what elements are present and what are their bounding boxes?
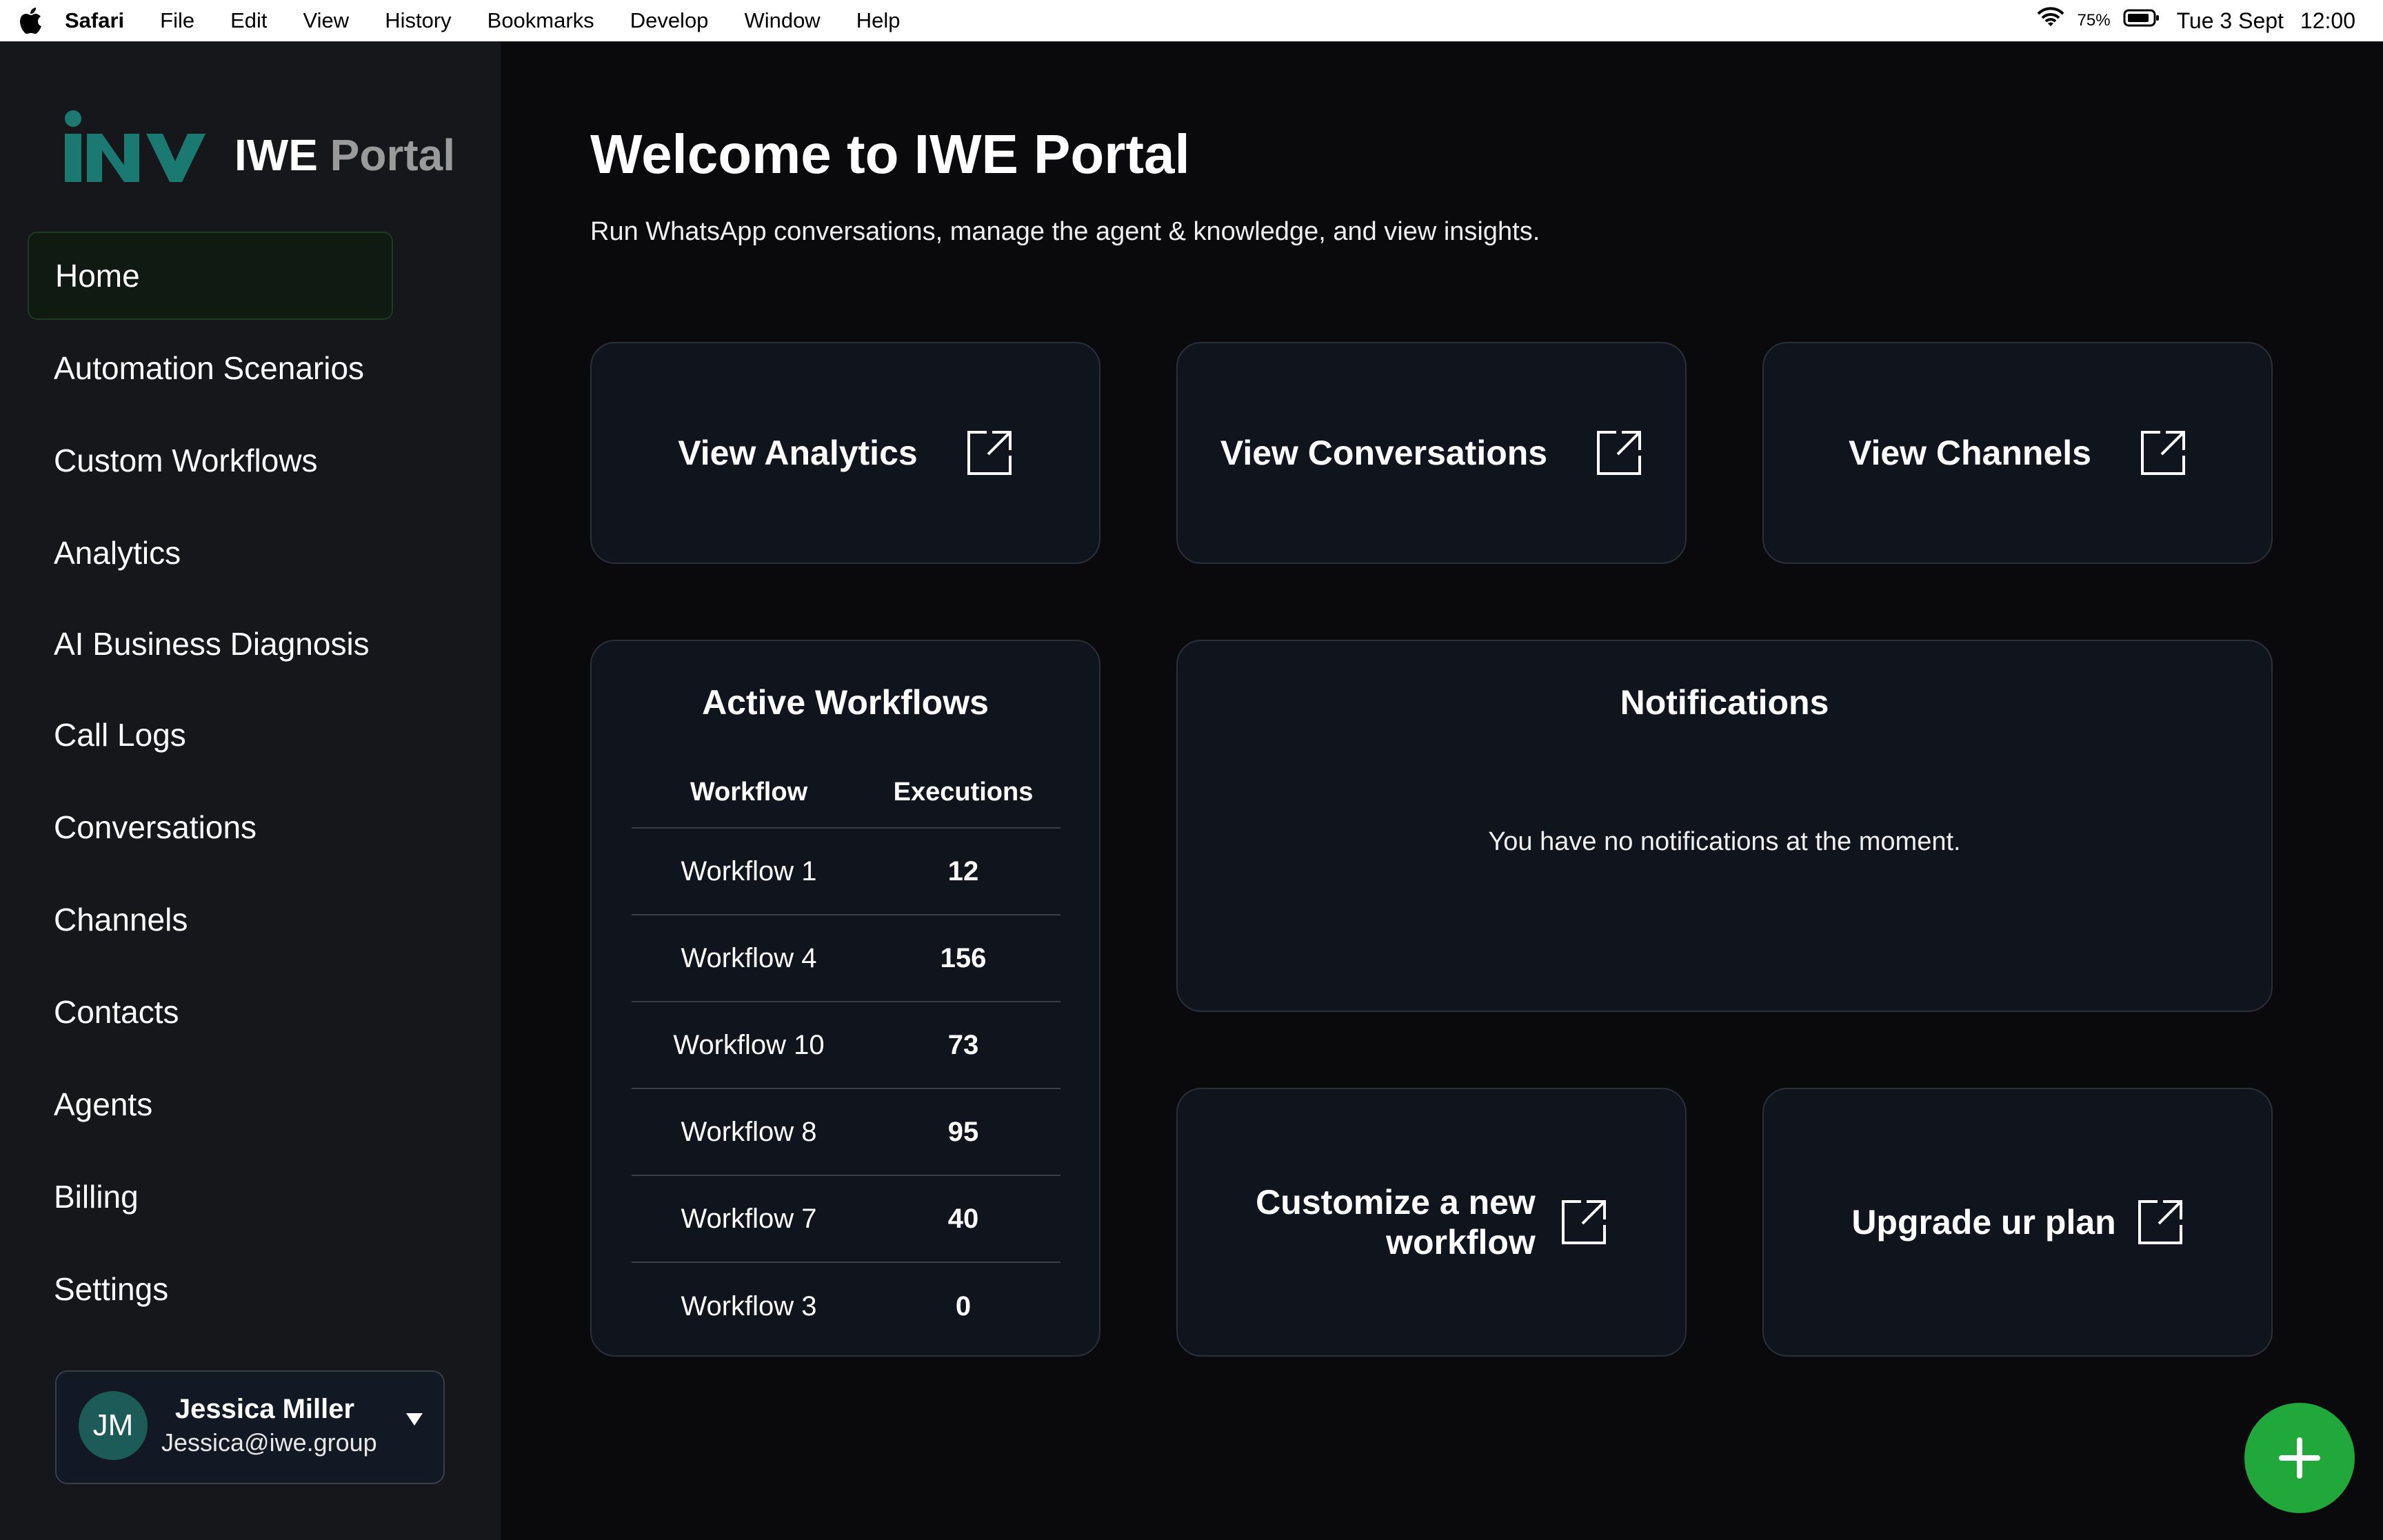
workflow-executions: 40 [947,1203,979,1234]
workflow-name: Workflow 1 [681,855,817,886]
sidebar-item-label: Settings [54,1271,169,1307]
workflow-name: Workflow 7 [681,1203,817,1234]
sidebar-item-label: Agents [54,1086,153,1122]
menu-develop[interactable]: Develop [630,8,709,33]
view-channels-label: View Channels [1849,434,2091,472]
external-link-icon [2138,1200,2182,1244]
workflow-executions: 12 [947,855,979,886]
notifications-empty-message: You have no notifications at the moment. [1488,827,1961,856]
workflow-executions: 156 [940,942,987,973]
menu-edit[interactable]: Edit [230,8,267,33]
sidebar-item-agents[interactable]: Agents [28,1060,393,1148]
sidebar-item-settings[interactable]: Settings [28,1245,393,1333]
customize-workflow-label-line2: workflow [1386,1223,1536,1262]
workflow-name: Workflow 10 [673,1029,825,1060]
menubar-date[interactable]: Tue 3 Sept [2177,8,2284,34]
active-workflows-card: Active Workflows Workflow Executions Wor… [590,640,1100,1357]
customize-workflow-card[interactable]: Customize a new workflow [1176,1088,1687,1357]
workflow-name: Workflow 3 [681,1290,817,1321]
user-name: Jessica Miller [174,1394,355,1424]
brand-name-main: IWE [234,130,318,180]
view-channels-card[interactable]: View Channels [1762,342,2273,564]
sidebar-item-custom-workflows[interactable]: Custom Workflows [28,416,393,505]
page-subtitle: Run WhatsApp conversations, manage the a… [590,217,1540,246]
column-header-workflow: Workflow [690,777,808,807]
table-row[interactable]: Workflow 8 95 [632,1089,1060,1176]
plus-icon [2279,1437,2320,1479]
add-button[interactable] [2244,1403,2355,1513]
sidebar-item-label: Custom Workflows [54,443,318,478]
sidebar-item-label: Contacts [54,994,179,1030]
sidebar-item-label: Billing [54,1179,139,1215]
sidebar-item-conversations[interactable]: Conversations [28,783,393,871]
workflow-name: Workflow 8 [681,1116,817,1147]
menu-bookmarks[interactable]: Bookmarks [487,8,594,33]
iwe-logo-icon [65,110,205,182]
wifi-icon[interactable] [2036,7,2065,34]
sidebar-item-label: Channels [54,902,188,938]
sidebar-item-label: AI Business Diagnosis [54,626,370,662]
sidebar-item-billing[interactable]: Billing [28,1153,393,1241]
menu-view[interactable]: View [303,8,350,33]
workflow-executions: 95 [947,1116,979,1147]
sidebar-item-home[interactable]: Home [28,232,393,320]
caret-down-icon[interactable] [406,1413,423,1426]
customize-workflow-label: Customize a new workflow [1256,1182,1536,1262]
table-row[interactable]: Workflow 4 156 [632,915,1060,1002]
sidebar-item-analytics[interactable]: Analytics [28,509,393,597]
menu-help[interactable]: Help [856,8,901,33]
sidebar-item-contacts[interactable]: Contacts [28,968,393,1056]
workflow-name: Workflow 4 [681,942,817,973]
battery-icon[interactable] [2123,8,2160,33]
brand-title: IWE Portal [234,130,455,181]
sidebar-item-channels[interactable]: Channels [28,875,393,964]
brand-logo[interactable] [63,110,207,186]
sidebar-item-ai-business-diagnosis[interactable]: AI Business Diagnosis [28,600,393,688]
sidebar-item-call-logs[interactable]: Call Logs [28,691,393,779]
sidebar-item-label: Conversations [54,809,257,845]
table-header: Workflow Executions [632,757,1060,829]
column-header-executions: Executions [893,777,1034,807]
external-link-icon [1561,1200,1606,1244]
menu-window[interactable]: Window [744,8,820,33]
avatar: JM [79,1391,148,1460]
menu-history[interactable]: History [385,8,451,33]
notifications-card: Notifications You have no notifications … [1176,640,2273,1012]
customize-workflow-label-line1: Customize a new [1256,1183,1536,1222]
sidebar-item-label: Analytics [54,535,181,571]
sidebar-item-label: Home [55,258,140,294]
upgrade-plan-card[interactable]: Upgrade ur plan [1762,1088,2273,1357]
view-conversations-card[interactable]: View Conversations [1176,342,1687,564]
notifications-title: Notifications [1620,683,1829,722]
table-row[interactable]: Workflow 10 73 [632,1002,1060,1089]
table-row[interactable]: Workflow 7 40 [632,1176,1060,1263]
sidebar-item-automation-scenarios[interactable]: Automation Scenarios [28,324,393,412]
brand-name-accent: Portal [330,130,456,180]
menu-file[interactable]: File [160,8,194,33]
external-link-icon [2140,431,2185,475]
user-email: Jessica@iwe.group [161,1428,377,1457]
user-menu[interactable]: JM Jessica Miller Jessica@iwe.group [55,1370,445,1484]
external-link-icon [1597,431,1642,475]
apple-icon[interactable] [19,7,44,34]
external-link-icon [967,431,1012,475]
sidebar-item-label: Automation Scenarios [54,350,365,386]
workflow-executions: 0 [955,1290,972,1321]
sidebar-item-label: Call Logs [54,717,186,753]
sidebar: IWE Portal Home Automation Scenarios Cus… [0,41,501,1540]
workflow-executions: 73 [947,1029,979,1060]
view-analytics-label: View Analytics [678,434,918,472]
view-conversations-label: View Conversations [1220,434,1548,472]
menubar-time[interactable]: 12:00 [2300,8,2355,34]
table-row[interactable]: Workflow 3 0 [632,1263,1060,1350]
view-analytics-card[interactable]: View Analytics [590,342,1100,564]
battery-percent: 75% [2077,11,2111,30]
active-workflows-title: Active Workflows [702,683,989,722]
menu-app-safari[interactable]: Safari [65,8,124,33]
table-row[interactable]: Workflow 1 12 [632,829,1060,915]
menu-bar: Safari File Edit View History Bookmarks … [0,0,2383,41]
page-title: Welcome to IWE Portal [590,123,1190,185]
upgrade-plan-label: Upgrade ur plan [1851,1203,2116,1242]
workflows-table: Workflow Executions Workflow 1 12 Workfl… [632,757,1060,1350]
